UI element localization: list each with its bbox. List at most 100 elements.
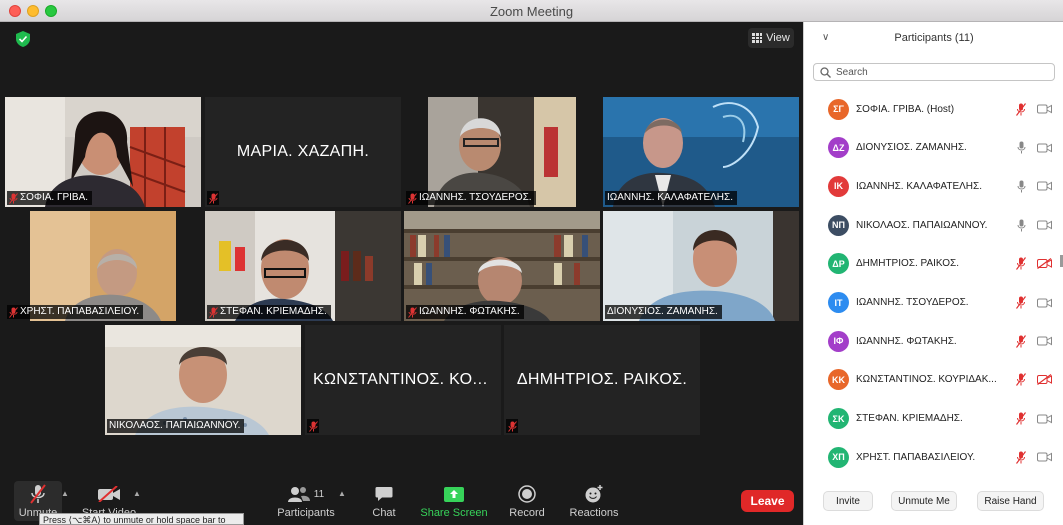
mic-muted-icon (1015, 334, 1027, 348)
participant-name-label: ΔΙΟΝΥΣΙΟΣ. ΖΑΜΑΝΗΣ. (605, 305, 722, 319)
video-options-chevron-icon[interactable]: ▲ (133, 489, 141, 498)
video-tile[interactable]: ΔΗΜΗΤΡΙΟΣ. ΡΑΙΚΟΣ. (504, 325, 700, 435)
gallery-grid-icon (752, 33, 763, 43)
participant-row[interactable]: ΙΚ ΙΩΑΝΝΗΣ. ΚΑΛΑΦΑΤΕΛΗΣ. (804, 167, 1063, 205)
participant-name: ΣΟΦΙΑ. ΓΡΙΒΑ. (Host) (856, 103, 955, 115)
avatar: ΣΓ (828, 98, 849, 120)
record-icon (518, 485, 536, 503)
mic-muted-icon (1015, 102, 1027, 116)
participant-name: ΙΩΑΝΝΗΣ. ΤΣΟΥΔΕΡΟΣ. (856, 297, 969, 308)
video-off-icon (98, 486, 120, 502)
video-off-icon (1036, 374, 1052, 386)
mic-muted-badge (506, 419, 518, 433)
participant-name-label: ΣΟΦΙΑ. ΓΡΙΒΑ. (7, 191, 93, 205)
avatar: ΧΠ (828, 446, 849, 468)
audio-options-chevron-icon[interactable]: ▲ (61, 489, 69, 498)
participants-icon (287, 487, 310, 502)
avatar: ΣΚ (828, 408, 849, 430)
video-camera-icon (1036, 142, 1052, 154)
video-tile[interactable]: ΔΙΟΝΥΣΙΟΣ. ΖΑΜΑΝΗΣ. (603, 211, 799, 321)
mic-muted-icon (308, 420, 318, 432)
participant-row[interactable]: ΧΠ ΧΡΗΣΤ. ΠΑΠΑΒΑΣΙΛΕΙΟΥ. (804, 438, 1063, 476)
participant-row[interactable]: ΚΚ ΚΩΝΣΤΑΝΤΙΝΟΣ. ΚΟΥΡΙΔΑΚ... (804, 361, 1063, 399)
mic-icon (1015, 141, 1027, 155)
record-button[interactable]: Record (508, 483, 546, 519)
mic-muted-icon (507, 420, 517, 432)
invite-button[interactable]: Invite (823, 491, 873, 511)
raise-hand-button[interactable]: Raise Hand (977, 491, 1044, 511)
participant-name-label: ΙΩΑΝΝΗΣ. ΦΩΤΑΚΗΣ. (406, 305, 524, 319)
avatar: ΔΡ (828, 253, 849, 275)
reactions-button[interactable]: Reactions (568, 483, 620, 519)
video-camera-icon (1036, 413, 1052, 425)
mic-muted-badge (307, 419, 319, 433)
participant-search[interactable] (813, 63, 1055, 81)
avatar: ΙΦ (828, 330, 849, 352)
participant-name: ΝΙΚΟΛΑΟΣ. ΠΑΠΑΙΩΑΝΝΟΥ. (856, 219, 988, 231)
meeting-toolbar: Unmute ▲ Start Video ▲ 11 Participants ▲… (0, 479, 803, 525)
mic-muted-icon (1015, 450, 1027, 464)
participant-name-display: ΚΩΝΣΤΑΝΤΙΝΟΣ. ΚΟΥ... (313, 371, 495, 388)
video-tile[interactable]: ΙΩΑΝΝΗΣ. ΤΣΟΥΔΕΡΟΣ. (404, 97, 600, 207)
share-screen-icon (444, 486, 464, 502)
participant-row[interactable]: ΙΤ ΙΩΑΝΝΗΣ. ΤΣΟΥΔΕΡΟΣ. (804, 284, 1063, 322)
mic-muted-icon (1015, 257, 1027, 271)
participant-name: ΣΤΕΦΑΝ. ΚΡΙΕΜΑΔΗΣ. (856, 413, 963, 425)
chat-button[interactable]: Chat (368, 483, 400, 519)
avatar: ΚΚ (828, 369, 849, 391)
view-button[interactable]: View (748, 28, 794, 48)
participant-name: ΧΡΗΣΤ. ΠΑΠΑΒΑΣΙΛΕΙΟΥ. (856, 451, 976, 463)
video-off-icon (1036, 258, 1052, 270)
mic-muted-icon (408, 306, 417, 318)
mic-muted-icon (208, 192, 218, 204)
unmute-shortcut-tooltip: Press ⟨⌥⌘A⟩ to unmute or hold space bar … (39, 513, 244, 525)
video-tile-active-speaker[interactable]: ΙΩΑΝΝΗΣ. ΚΑΛΑΦΑΤΕΛΗΣ. (603, 97, 799, 207)
participants-panel-title: Participants (11) (894, 32, 974, 44)
participant-name-label: ΣΤΕΦΑΝ. ΚΡΙΕΜΑΔΗΣ. (207, 305, 331, 319)
avatar: ΙΤ (828, 292, 849, 313)
participant-name-label: ΧΡΗΣΤ. ΠΑΠΑΒΑΣΙΛΕΙΟΥ. (7, 305, 144, 319)
panel-header: ∨ Participants (11) (804, 22, 1063, 54)
view-button-label: View (766, 32, 790, 44)
avatar: ΔΖ (828, 137, 849, 159)
mic-icon (1015, 218, 1027, 232)
video-tile[interactable]: ΙΩΑΝΝΗΣ. ΦΩΤΑΚΗΣ. (404, 211, 600, 321)
video-tile[interactable]: ΣΤΕΦΑΝ. ΚΡΙΕΜΑΔΗΣ. (205, 211, 401, 321)
participant-name: ΙΩΑΝΝΗΣ. ΦΩΤΑΚΗΣ. (856, 335, 957, 347)
participants-count: 11 (313, 488, 325, 500)
participant-name-label: ΙΩΑΝΝΗΣ. ΚΑΛΑΦΑΤΕΛΗΣ. (605, 191, 737, 205)
avatar: ΙΚ (828, 175, 849, 197)
mic-muted-icon (1015, 412, 1027, 426)
participant-row[interactable]: ΣΚ ΣΤΕΦΑΝ. ΚΡΙΕΜΑΔΗΣ. (804, 400, 1063, 438)
video-camera-icon (1036, 219, 1052, 231)
video-tile[interactable]: ΝΙΚΟΛΑΟΣ. ΠΑΠΑΙΩΑΝΝΟΥ. (105, 325, 301, 435)
participant-row[interactable]: ΔΡ ΔΗΜΗΤΡΙΟΣ. ΡΑΙΚΟΣ. (804, 245, 1063, 283)
participants-button[interactable]: 11 Participants (276, 483, 336, 519)
mic-icon (1015, 179, 1027, 193)
mic-muted-icon (9, 192, 18, 204)
participant-row[interactable]: ΝΠ ΝΙΚΟΛΑΟΣ. ΠΑΠΑΙΩΑΝΝΟΥ. (804, 206, 1063, 244)
participants-options-chevron-icon[interactable]: ▲ (338, 489, 346, 498)
participant-row[interactable]: ΣΓ ΣΟΦΙΑ. ΓΡΙΒΑ. (Host) (804, 90, 1063, 128)
participant-name-label: ΝΙΚΟΛΑΟΣ. ΠΑΠΑΙΩΑΝΝΟΥ. (107, 419, 245, 433)
reactions-smiley-icon (585, 485, 603, 503)
video-camera-icon (1036, 103, 1052, 115)
participant-row[interactable]: ΔΖ ΔΙΟΝΥΣΙΟΣ. ΖΑΜΑΝΗΣ. (804, 129, 1063, 167)
video-tile[interactable]: ΜΑΡΙΑ. ΧΑΖΑΠΗ. (205, 97, 401, 207)
participant-name-display: ΜΑΡΙΑ. ΧΑΖΑΠΗ. (236, 143, 370, 160)
video-camera-icon (1036, 297, 1052, 309)
chat-bubble-icon (375, 487, 393, 501)
participant-row[interactable]: ΙΦ ΙΩΑΝΝΗΣ. ΦΩΤΑΚΗΣ. (804, 322, 1063, 360)
participants-panel: ∨ Participants (11) ΣΓ ΣΟΦΙΑ. ΓΡΙΒΑ. (Hos… (803, 22, 1063, 525)
video-tile[interactable]: ΣΟΦΙΑ. ΓΡΙΒΑ. (5, 97, 201, 207)
security-shield-icon[interactable] (16, 31, 30, 47)
unmute-me-button[interactable]: Unmute Me (891, 491, 957, 511)
participant-name: ΚΩΝΣΤΑΝΤΙΝΟΣ. ΚΟΥΡΙΔΑΚ... (856, 374, 997, 386)
leave-meeting-button[interactable]: Leave (741, 490, 794, 512)
panel-footer: Invite Unmute Me Raise Hand (804, 487, 1063, 517)
video-tile[interactable]: ΚΩΝΣΤΑΝΤΙΝΟΣ. ΚΟΥ... (305, 325, 501, 435)
search-input[interactable] (836, 66, 1046, 78)
participant-name: ΔΗΜΗΤΡΙΟΣ. ΡΑΙΚΟΣ. (856, 258, 960, 270)
video-tile[interactable]: ΧΡΗΣΤ. ΠΑΠΑΒΑΣΙΛΕΙΟΥ. (5, 211, 201, 321)
share-screen-button[interactable]: Share Screen (420, 483, 488, 519)
